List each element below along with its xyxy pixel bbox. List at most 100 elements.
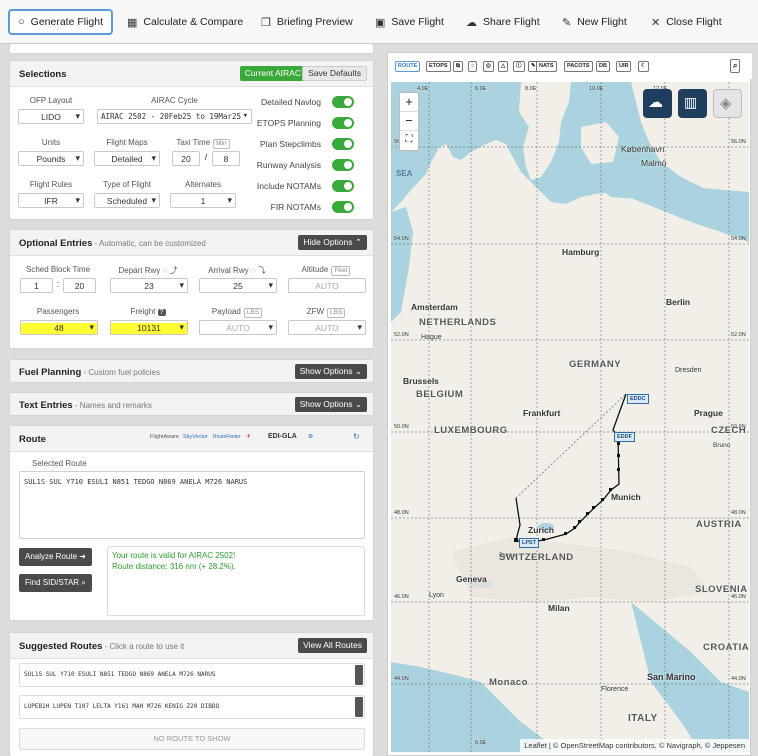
lat-label: 52.0N <box>394 332 409 338</box>
current-airac-button[interactable]: Current AIRAC <box>239 66 306 81</box>
plane-logo[interactable]: ✈ <box>246 433 251 440</box>
no-route-placeholder: NO ROUTE TO SHOW <box>19 728 365 750</box>
optional-entries-subtitle: - Automatic, can be customized <box>92 239 206 248</box>
waypoint-label-eddc[interactable]: EDDC <box>627 394 649 404</box>
depart-rwy-select[interactable]: 23 <box>110 278 188 293</box>
map-layers-icon[interactable]: ⧉ <box>453 61 463 72</box>
include-notams-label: Include NOTAMs <box>256 181 321 191</box>
analyze-route-label: Analyze Route <box>25 552 78 561</box>
view-all-routes-button[interactable]: View All Routes <box>298 638 367 653</box>
map-nats-button[interactable]: NATS <box>536 61 557 72</box>
generate-flight-button[interactable]: ○ Generate Flight <box>8 9 114 35</box>
close-flight-button[interactable]: ✕ Close Flight <box>651 9 722 35</box>
lon-label: 6.0E <box>475 86 487 92</box>
edi-gla-logo[interactable]: EDI-GLA <box>268 433 297 440</box>
flight-rules-select[interactable]: IFR <box>18 193 84 208</box>
map-search-icon[interactable]: ⌕ <box>730 59 741 73</box>
etops-planning-toggle[interactable] <box>332 117 354 129</box>
weather-layer-button[interactable]: ☁ <box>643 89 672 118</box>
lon-label: 10.0E <box>589 86 604 92</box>
calculator-icon: ▦ <box>127 16 138 29</box>
map-route-button[interactable]: ROUTE <box>395 61 421 72</box>
arrival-rwy-text: Arrival Rwy <box>208 266 249 275</box>
zoom-in-button[interactable]: + <box>400 93 418 112</box>
city-label: Dresden <box>675 367 702 374</box>
map-triangle-icon[interactable]: △ <box>498 61 509 72</box>
airac-cycle-select[interactable]: AIRAC 2502 - 20Feb25 to 19Mar25 <box>97 109 252 124</box>
zoom-out-button[interactable]: − <box>400 112 418 131</box>
departure-icon: ⤴ <box>169 266 178 275</box>
route-textarea[interactable]: SUL1S SUL Y710 ESULI N851 TEDGO N869 ANE… <box>19 471 365 539</box>
flight-rules-label: Flight Rules <box>29 180 73 189</box>
map-attribution[interactable]: Leaflet | © OpenStreetMap contributors, … <box>520 739 749 752</box>
zfw-select[interactable]: AUTO <box>288 320 366 335</box>
layers-button[interactable]: ◈ <box>713 89 742 118</box>
map-layer-button[interactable]: ▥ <box>678 89 707 118</box>
waypoint-label-eddf[interactable]: EDDF <box>614 432 635 442</box>
lat-label: 48.0N <box>731 510 746 516</box>
share-flight-button[interactable]: ☁ Share Flight <box>466 9 540 35</box>
alternates-select[interactable]: 1 <box>170 193 236 208</box>
new-flight-label: New Flight <box>577 16 627 28</box>
map-canvas[interactable]: 56.0N 54.0N 52.0N 50.0N 48.0N 46.0N 44.0… <box>391 82 749 752</box>
suggested-route-item[interactable]: SUL1S SUL Y710 ESULI N851 TEDGO N869 ANE… <box>19 663 365 687</box>
freight-select[interactable]: 10131 <box>110 320 188 335</box>
route-title: Route <box>19 434 46 445</box>
text-show-options-button[interactable]: Show Options ⌄ <box>294 397 367 412</box>
map-etops-button[interactable]: ETOPS <box>426 61 451 72</box>
briefing-preview-button[interactable]: ❐ Briefing Preview <box>261 9 353 35</box>
taxi-in-input[interactable]: 8 <box>212 151 240 166</box>
flight-maps-select[interactable]: Detailed <box>94 151 160 166</box>
country-label: ITALY <box>628 713 658 724</box>
country-label: SLOVENIA <box>695 584 748 595</box>
selections-panel: Selections Current AIRAC Save Defaults O… <box>9 60 374 220</box>
city-label: Frankfurt <box>523 408 561 418</box>
block-minutes-input[interactable]: 20 <box>63 278 96 293</box>
taxi-time-label: Taxi Time Min <box>170 138 236 149</box>
top-toolbar: ○ Generate Flight ▦ Calculate & Compare … <box>0 0 758 44</box>
refresh-logo[interactable]: ↻ <box>353 432 360 441</box>
altitude-input[interactable]: AUTO <box>288 278 366 293</box>
freight-help-icon[interactable]: ? <box>157 309 166 316</box>
map-circle-icon[interactable]: ○ <box>468 61 478 72</box>
save-flight-button[interactable]: ▣ Save Flight <box>375 9 444 35</box>
waypoint-label-lpst[interactable]: LPST <box>519 538 540 548</box>
skyvector-logo[interactable]: SkyVector <box>183 434 208 440</box>
units-select[interactable]: Pounds <box>18 151 84 166</box>
ofp-layout-select[interactable]: LIDO <box>18 109 84 124</box>
fullscreen-button[interactable]: ⛶ <box>400 131 418 150</box>
flightaware-logo[interactable]: FlightAware <box>150 434 179 440</box>
block-hours-input[interactable]: 1 <box>20 278 53 293</box>
fir-notams-toggle[interactable] <box>332 201 354 213</box>
detailed-navlog-toggle[interactable] <box>332 96 354 108</box>
runway-analysis-toggle[interactable] <box>332 159 354 171</box>
map-db-button[interactable]: DB <box>596 61 610 72</box>
save-defaults-button[interactable]: Save Defaults <box>302 66 367 81</box>
calculate-compare-label: Calculate & Compare <box>143 16 244 28</box>
map-uir-button[interactable]: UIR <box>616 61 632 72</box>
type-of-flight-select[interactable]: Scheduled <box>94 193 160 208</box>
suggested-route-item[interactable]: LUPEB1H LUPEN T107 LELTA Y161 MAH M726 K… <box>19 695 365 719</box>
arrival-rwy-select[interactable]: 25 <box>199 278 277 293</box>
taxi-out-input[interactable]: 20 <box>172 151 200 166</box>
include-notams-toggle[interactable] <box>332 180 354 192</box>
fuel-show-options-button[interactable]: Show Options ⌄ <box>294 364 367 379</box>
globe-logo[interactable]: ⊕ <box>308 433 313 440</box>
city-label: Malmö <box>641 158 667 168</box>
plan-stepclimbs-toggle[interactable] <box>332 138 354 150</box>
payload-select[interactable]: AUTO <box>199 320 277 335</box>
fuel-planning-subtitle: - Custom fuel policies <box>81 368 160 377</box>
passengers-select[interactable]: 48 <box>20 320 98 335</box>
map-moon-icon[interactable]: ☾ <box>638 61 649 72</box>
map-pacots-button[interactable]: PACOTS <box>564 61 593 72</box>
map-info-icon[interactable]: ⓘ <box>513 61 525 72</box>
routefinder-logo[interactable]: RouteFinder <box>213 434 241 440</box>
map-target-icon[interactable]: ◎ <box>483 61 494 72</box>
find-sid-star-button[interactable]: Find SID/STAR ⌕ <box>19 574 92 592</box>
sea-label: SEA <box>396 169 413 178</box>
city-label: Lyon <box>429 592 444 599</box>
analyze-route-button[interactable]: Analyze Route ➜ <box>19 548 92 566</box>
hide-options-button[interactable]: Hide Options ⌃ <box>298 235 367 250</box>
calculate-compare-button[interactable]: ▦ Calculate & Compare <box>127 9 243 35</box>
new-flight-button[interactable]: ✎ New Flight <box>562 9 627 35</box>
